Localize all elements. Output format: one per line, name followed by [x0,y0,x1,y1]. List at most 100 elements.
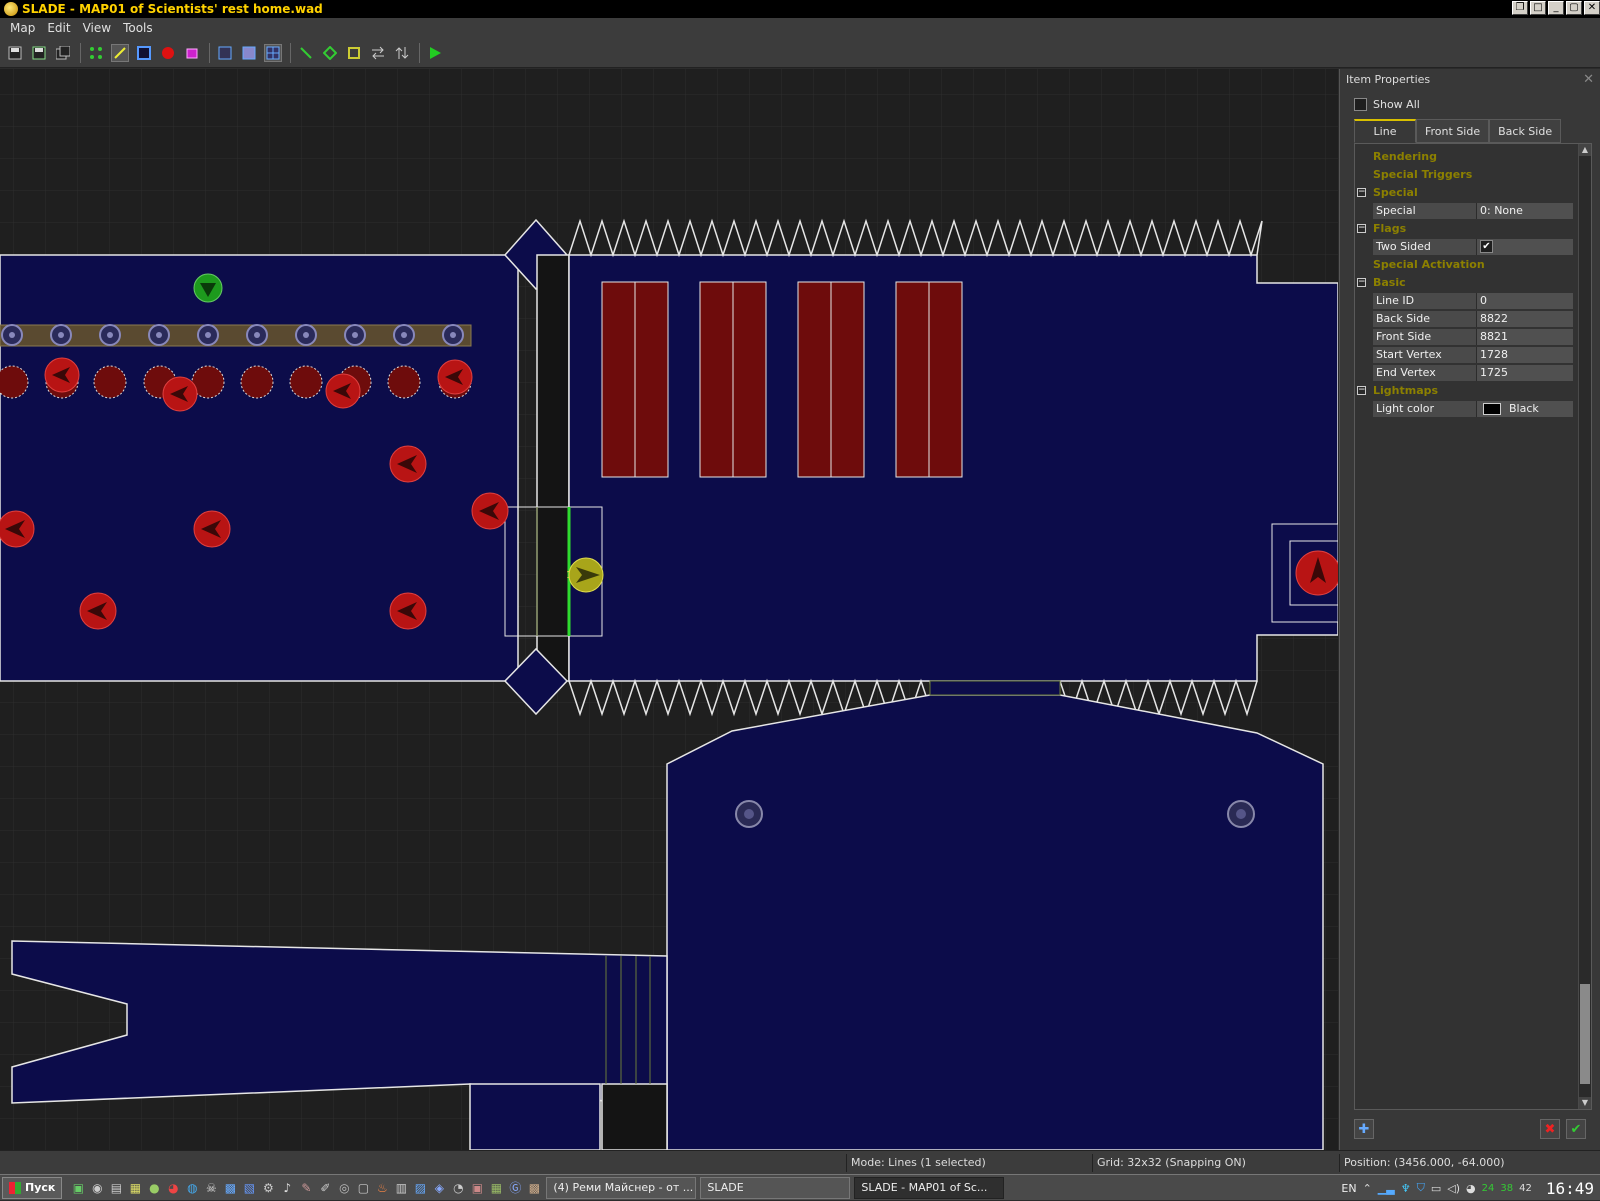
stone-icon[interactable]: ▩ [526,1180,542,1196]
menu-view[interactable]: View [77,21,117,35]
scroll-down-icon[interactable]: ▼ [1579,1097,1591,1109]
audio-icon[interactable]: ♪ [279,1180,295,1196]
draw-lines-icon[interactable] [297,44,315,62]
menu-tools[interactable]: Tools [117,21,159,35]
skull-icon[interactable]: ☠ [203,1180,219,1196]
explorer-icon[interactable]: ▤ [108,1180,124,1196]
green-player-start-icon[interactable] [193,273,223,303]
field-special[interactable]: Special 0: None [1373,202,1573,219]
category-basic[interactable]: − Basic [1357,274,1575,291]
tab-front-side[interactable]: Front Side [1416,119,1490,143]
chat-icon[interactable]: ● [146,1180,162,1196]
pen-icon[interactable]: ✐ [317,1180,333,1196]
media-icon[interactable]: ◉ [89,1180,105,1196]
add-property-button[interactable]: ✚ [1354,1119,1374,1139]
field-back-side[interactable]: Back Side 8822 [1373,310,1573,327]
field-start-vertex[interactable]: Start Vertex 1728 [1373,346,1573,363]
property-scrollbar[interactable]: ▲ ▼ [1578,144,1591,1109]
alien-icon[interactable]: ♆ [1401,1182,1411,1195]
field-light-color[interactable]: Light color Black [1373,400,1573,417]
category-special[interactable]: − Special [1357,184,1575,201]
flame-icon[interactable]: ♨ [374,1180,390,1196]
start-button[interactable]: Пуск [2,1176,63,1199]
archive-icon[interactable]: ▥ [393,1180,409,1196]
network-icon[interactable]: ◈ [431,1180,447,1196]
monitor-icon[interactable]: ▭ [1431,1182,1441,1195]
category-special-triggers[interactable]: Special Triggers [1357,166,1575,183]
show-all-row[interactable]: Show All [1340,93,1600,115]
category-flags[interactable]: − Flags [1357,220,1575,237]
clock[interactable]: 16:49 [1546,1179,1594,1198]
tab-back-side[interactable]: Back Side [1489,119,1562,143]
resize-icon[interactable]: □ [1530,1,1546,15]
3d-mode-icon[interactable] [183,44,201,62]
volume-icon[interactable]: ◁) [1447,1182,1460,1195]
field-line-id[interactable]: Line ID 0 [1373,292,1573,309]
tray-expand-icon[interactable]: ⌃ [1363,1182,1372,1195]
show-all-checkbox[interactable] [1354,97,1367,111]
field-end-vertex[interactable]: End Vertex 1725 [1373,364,1573,381]
save-icon[interactable] [6,44,24,62]
scroll-thumb[interactable] [1580,984,1590,1084]
ps-icon[interactable]: ▨ [412,1180,428,1196]
lines-mode-icon[interactable] [111,43,129,62]
field-two-sided[interactable]: Two Sided ✔ [1373,238,1573,255]
selected-thing-icon[interactable] [568,557,604,593]
edit-icon[interactable]: ✎ [298,1180,314,1196]
app-icon[interactable]: ▣ [469,1180,485,1196]
save-as-icon[interactable] [30,44,48,62]
flat-mode-icon[interactable] [216,44,234,62]
task-browser[interactable]: (4) Реми Майснер - от ... [546,1176,697,1199]
window-icon[interactable]: ▢ [355,1180,371,1196]
category-special-activation[interactable]: Special Activation [1357,256,1575,273]
things-mode-icon[interactable] [159,44,177,62]
tab-line[interactable]: Line [1354,119,1416,143]
apply-button[interactable]: ✔ [1566,1119,1586,1139]
close-button[interactable]: ✕ [1584,1,1600,15]
sectors-mode-icon[interactable] [135,44,153,62]
language-indicator[interactable]: EN [1341,1182,1356,1195]
run-map-icon[interactable] [426,44,444,62]
desktop-icon[interactable]: ▣ [70,1180,86,1196]
scroll-up-icon[interactable]: ▲ [1579,144,1591,156]
right-door-monster-icon[interactable] [1295,550,1338,596]
category-lightmaps[interactable]: − Lightmaps [1357,382,1575,399]
collapse-icon[interactable]: − [1357,278,1366,287]
tools-icon[interactable]: ⚙ [260,1180,276,1196]
maximize-button[interactable]: ▢ [1566,1,1582,15]
game-icon[interactable]: ▦ [488,1180,504,1196]
field-front-side[interactable]: Front Side 8821 [1373,328,1573,345]
fv-icon[interactable]: ▧ [241,1180,257,1196]
photoshop-icon[interactable]: ▩ [222,1180,238,1196]
menu-map[interactable]: Map [4,21,41,35]
collapse-icon[interactable]: − [1357,224,1366,233]
browser-icon[interactable]: ◍ [184,1180,200,1196]
sector-corridor[interactable] [536,254,570,682]
swap-icon[interactable] [393,44,411,62]
sector-lower-room[interactable] [666,694,1324,1150]
draw-shape-icon[interactable] [321,44,339,62]
discard-button[interactable]: ✖ [1540,1119,1560,1139]
two-sided-checkbox[interactable]: ✔ [1480,240,1493,253]
collapse-icon[interactable]: − [1357,188,1366,197]
g-icon[interactable]: Ⓖ [507,1180,523,1196]
folder-icon[interactable]: ▦ [127,1180,143,1196]
edit-object-icon[interactable] [345,44,363,62]
color-swatch[interactable] [1483,402,1501,415]
flip-icon[interactable] [369,44,387,62]
minimize-button[interactable]: _ [1548,1,1564,15]
collapse-icon[interactable]: − [1357,386,1366,395]
menu-edit[interactable]: Edit [41,21,76,35]
save-all-icon[interactable] [54,44,72,62]
map-drawing[interactable]: 1 [0,69,1338,1150]
chrome-icon[interactable]: ◕ [165,1180,181,1196]
task-slade[interactable]: SLADE [700,1176,851,1199]
flat-grid-icon[interactable] [264,43,282,62]
category-rendering[interactable]: Rendering [1357,148,1575,165]
disc-icon[interactable]: ◎ [336,1180,352,1196]
discord-icon[interactable]: ◕ [1466,1182,1476,1195]
restore-icon[interactable]: ❐ [1512,1,1528,15]
close-icon[interactable]: ✕ [1583,72,1594,87]
task-slade-map[interactable]: SLADE - MAP01 of Sc... [854,1176,1005,1199]
flat-textured-icon[interactable] [240,44,258,62]
